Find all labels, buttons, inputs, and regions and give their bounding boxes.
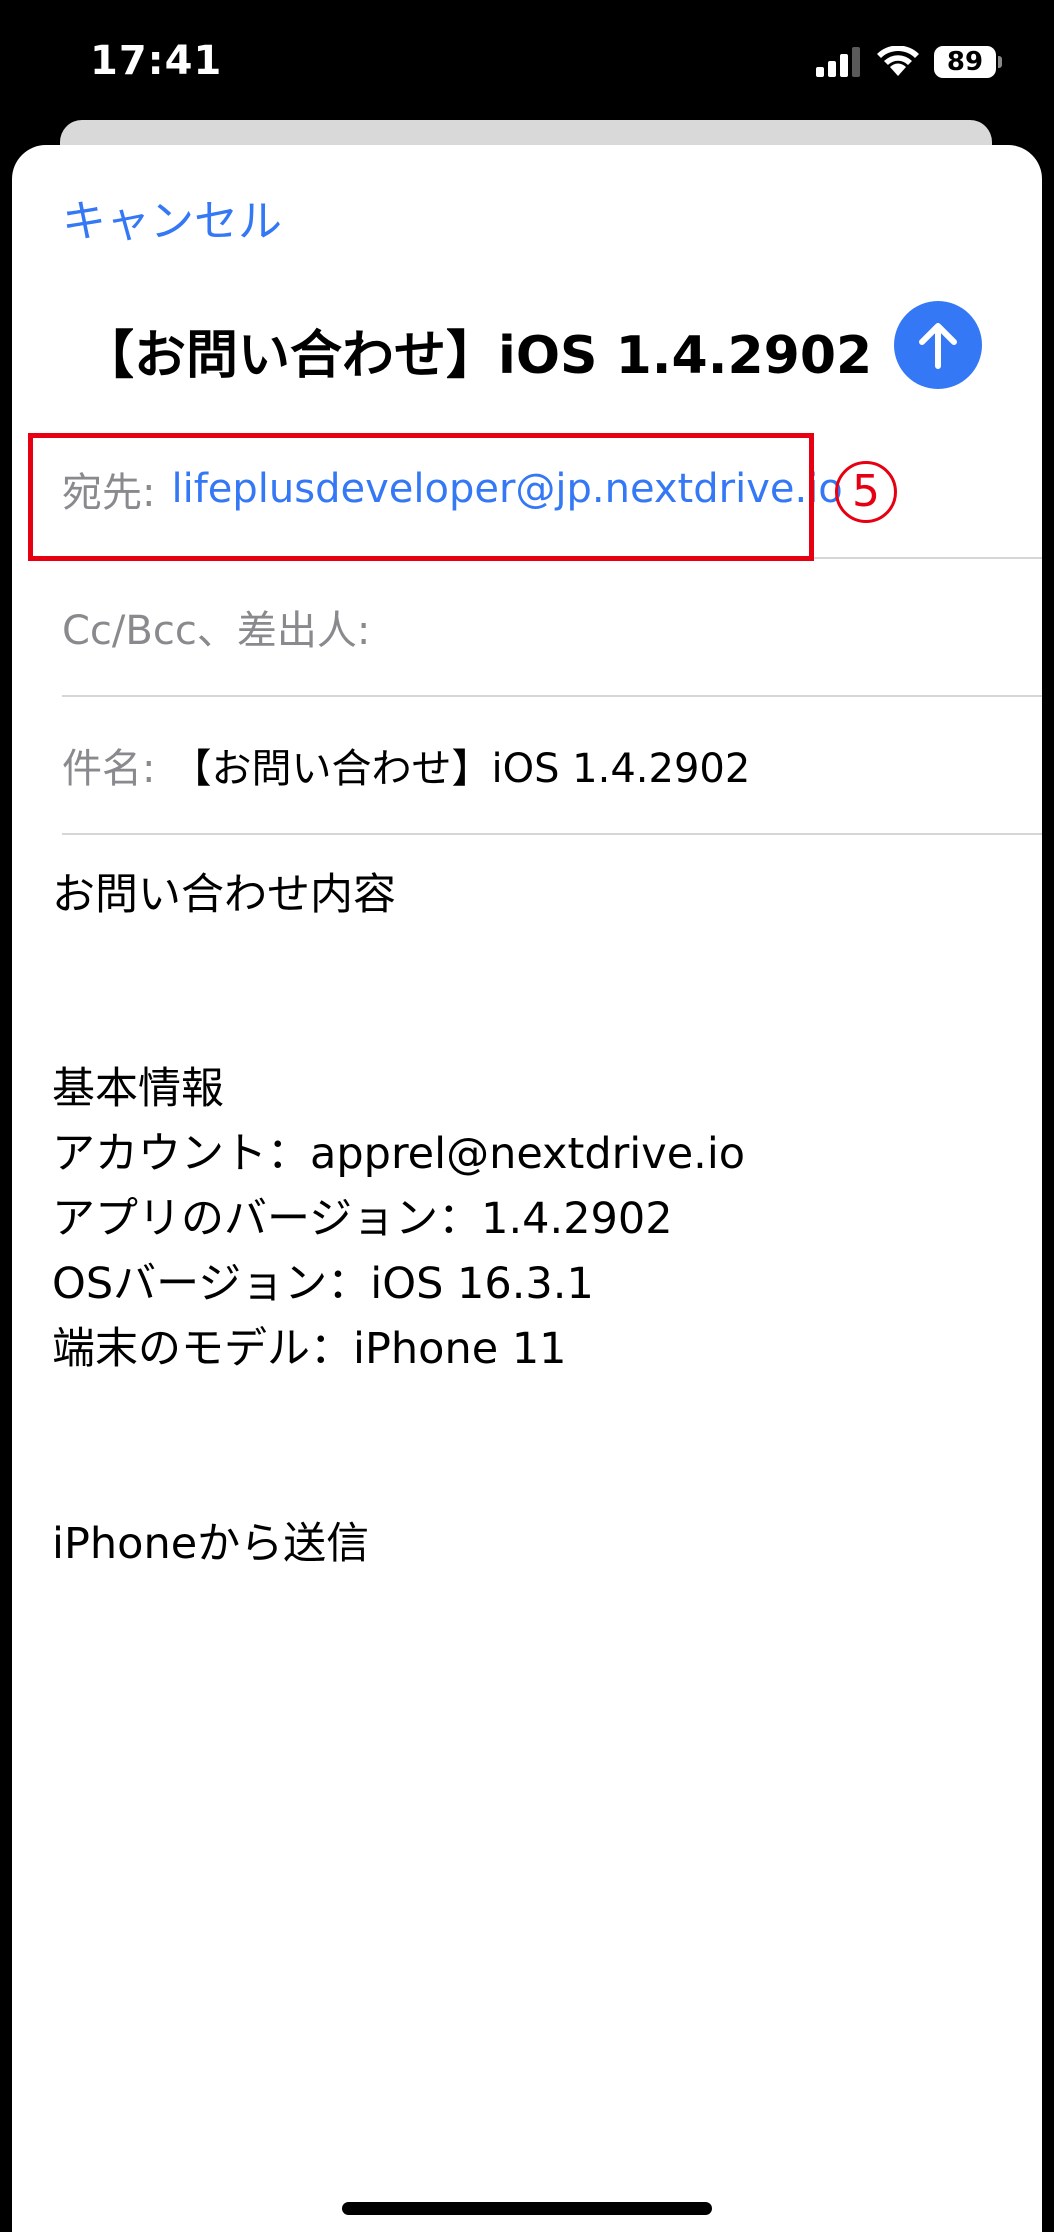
cc-bcc-from-field[interactable]: Cc/Bcc、差出人: [62,559,1042,697]
to-recipient[interactable]: lifeplusdeveloper@jp.nextdrive.io [171,466,842,512]
body-line: アプリのバージョン：1.4.2902 [52,1194,673,1244]
body-line: アカウント：apprel@nextdrive.io [52,1129,746,1179]
battery-indicator: 89 [934,46,996,78]
body-line: お問い合わせ内容 [52,870,396,920]
status-indicators: 89 [816,42,1002,82]
arrow-up-icon [919,323,957,369]
body-line: OSバージョン：iOS 16.3.1 [52,1259,594,1309]
mail-compose-screen: 17:41 89 キャンセル 【お問い合わせ】iOS 1.4.2902 宛先: … [0,0,1054,2232]
send-button[interactable] [894,301,982,389]
battery-level: 89 [946,47,984,77]
status-bar: 17:41 89 [0,0,1054,120]
subject-field[interactable]: 件名: 【お問い合わせ】iOS 1.4.2902 [62,697,1042,835]
body-line: iPhoneから送信 [52,1519,370,1569]
cc-bcc-from-label: Cc/Bcc、差出人: [62,608,371,654]
subject-label: 件名: [62,746,156,792]
body-line: 端末のモデル：iPhone 11 [52,1324,567,1374]
body-line: 基本情報 [52,1064,224,1114]
compose-sheet: キャンセル 【お問い合わせ】iOS 1.4.2902 宛先: lifeplusd… [12,145,1042,2232]
battery-nub [998,56,1002,68]
cellular-signal-icon [816,47,860,77]
step-marker: 5 [835,461,897,523]
compose-title: 【お問い合わせ】iOS 1.4.2902 [82,326,873,386]
subject-input[interactable]: 【お問い合わせ】iOS 1.4.2902 [171,736,750,794]
cancel-button[interactable]: キャンセル [62,185,282,249]
wifi-icon [877,46,919,76]
to-label: 宛先: [62,470,156,516]
status-time: 17:41 [90,38,223,84]
home-indicator[interactable] [342,2202,712,2215]
